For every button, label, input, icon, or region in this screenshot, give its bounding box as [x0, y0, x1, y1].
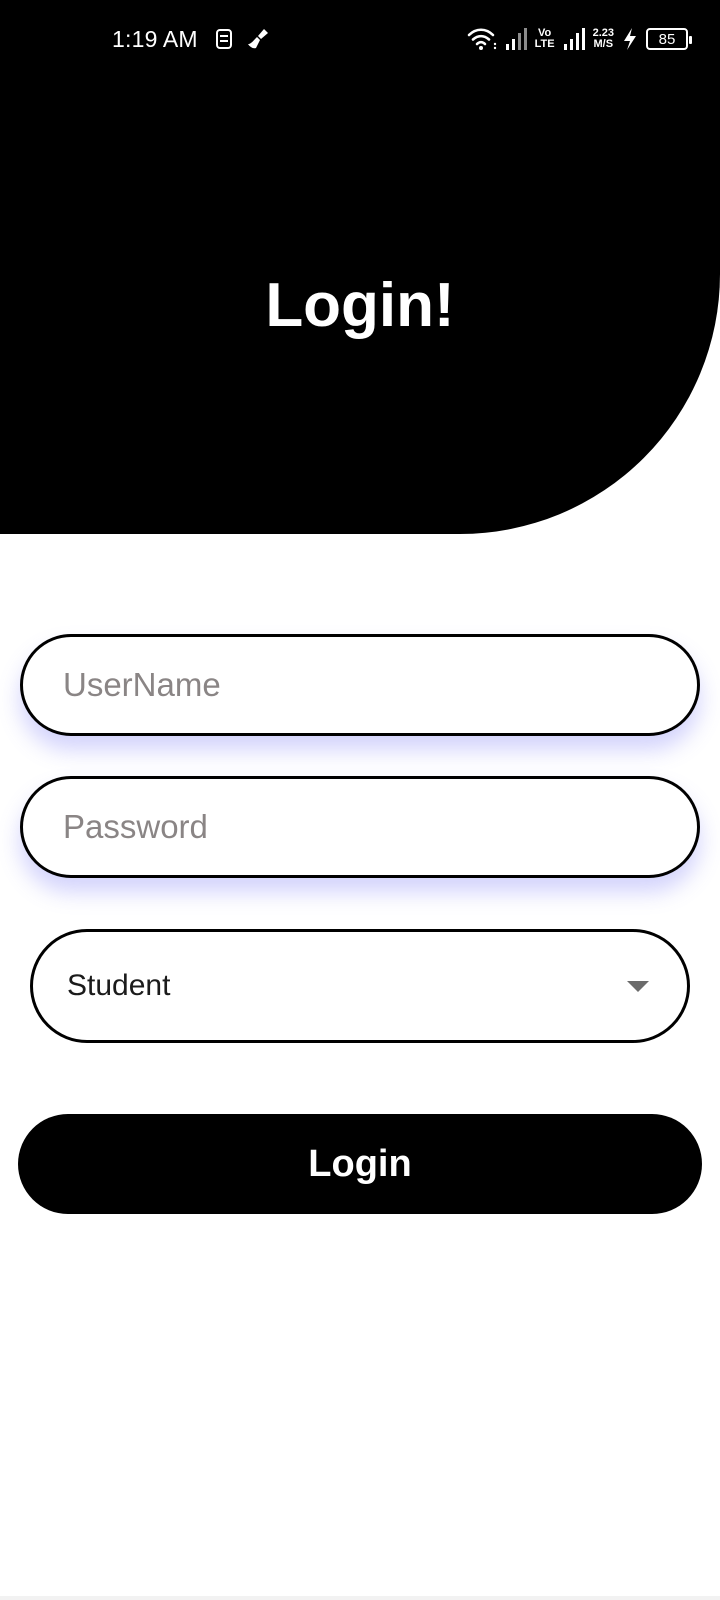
- username-input[interactable]: [63, 637, 697, 733]
- signal-icon: [563, 28, 585, 50]
- username-field[interactable]: [20, 634, 700, 736]
- battery-level: 85: [658, 30, 676, 48]
- page-title: Login!: [265, 271, 455, 340]
- signal-icon: [505, 28, 527, 50]
- nav-bar-divider: [0, 1596, 720, 1600]
- status-bar: 1:19 AM Vo LTE 2.23 M/S 85: [0, 0, 720, 80]
- role-dropdown[interactable]: Student: [30, 929, 690, 1043]
- password-field[interactable]: [20, 776, 700, 878]
- wifi-icon: [467, 28, 496, 50]
- header-background: [0, 0, 720, 534]
- charging-icon: [624, 28, 636, 50]
- volte-icon: Vo LTE: [535, 28, 555, 50]
- dropdown-arrow-icon[interactable]: [627, 980, 649, 992]
- status-right-group: Vo LTE 2.23 M/S 85: [467, 24, 692, 54]
- network-speed-icon: 2.23 M/S: [593, 28, 614, 50]
- login-button[interactable]: Login: [18, 1114, 702, 1214]
- password-input[interactable]: [63, 779, 697, 875]
- role-dropdown-value: Student: [67, 969, 171, 1002]
- cleaner-brush-icon: [248, 29, 268, 49]
- volte-bottom-label: LTE: [534, 38, 555, 50]
- status-time: 1:19 AM: [112, 26, 198, 52]
- sim-manager-icon: [216, 29, 232, 49]
- login-screen: 1:19 AM Vo LTE 2.23 M/S 85 Login! UserNa…: [0, 0, 720, 1600]
- network-speed-unit: M/S: [593, 38, 614, 50]
- battery-icon: 85: [646, 28, 692, 50]
